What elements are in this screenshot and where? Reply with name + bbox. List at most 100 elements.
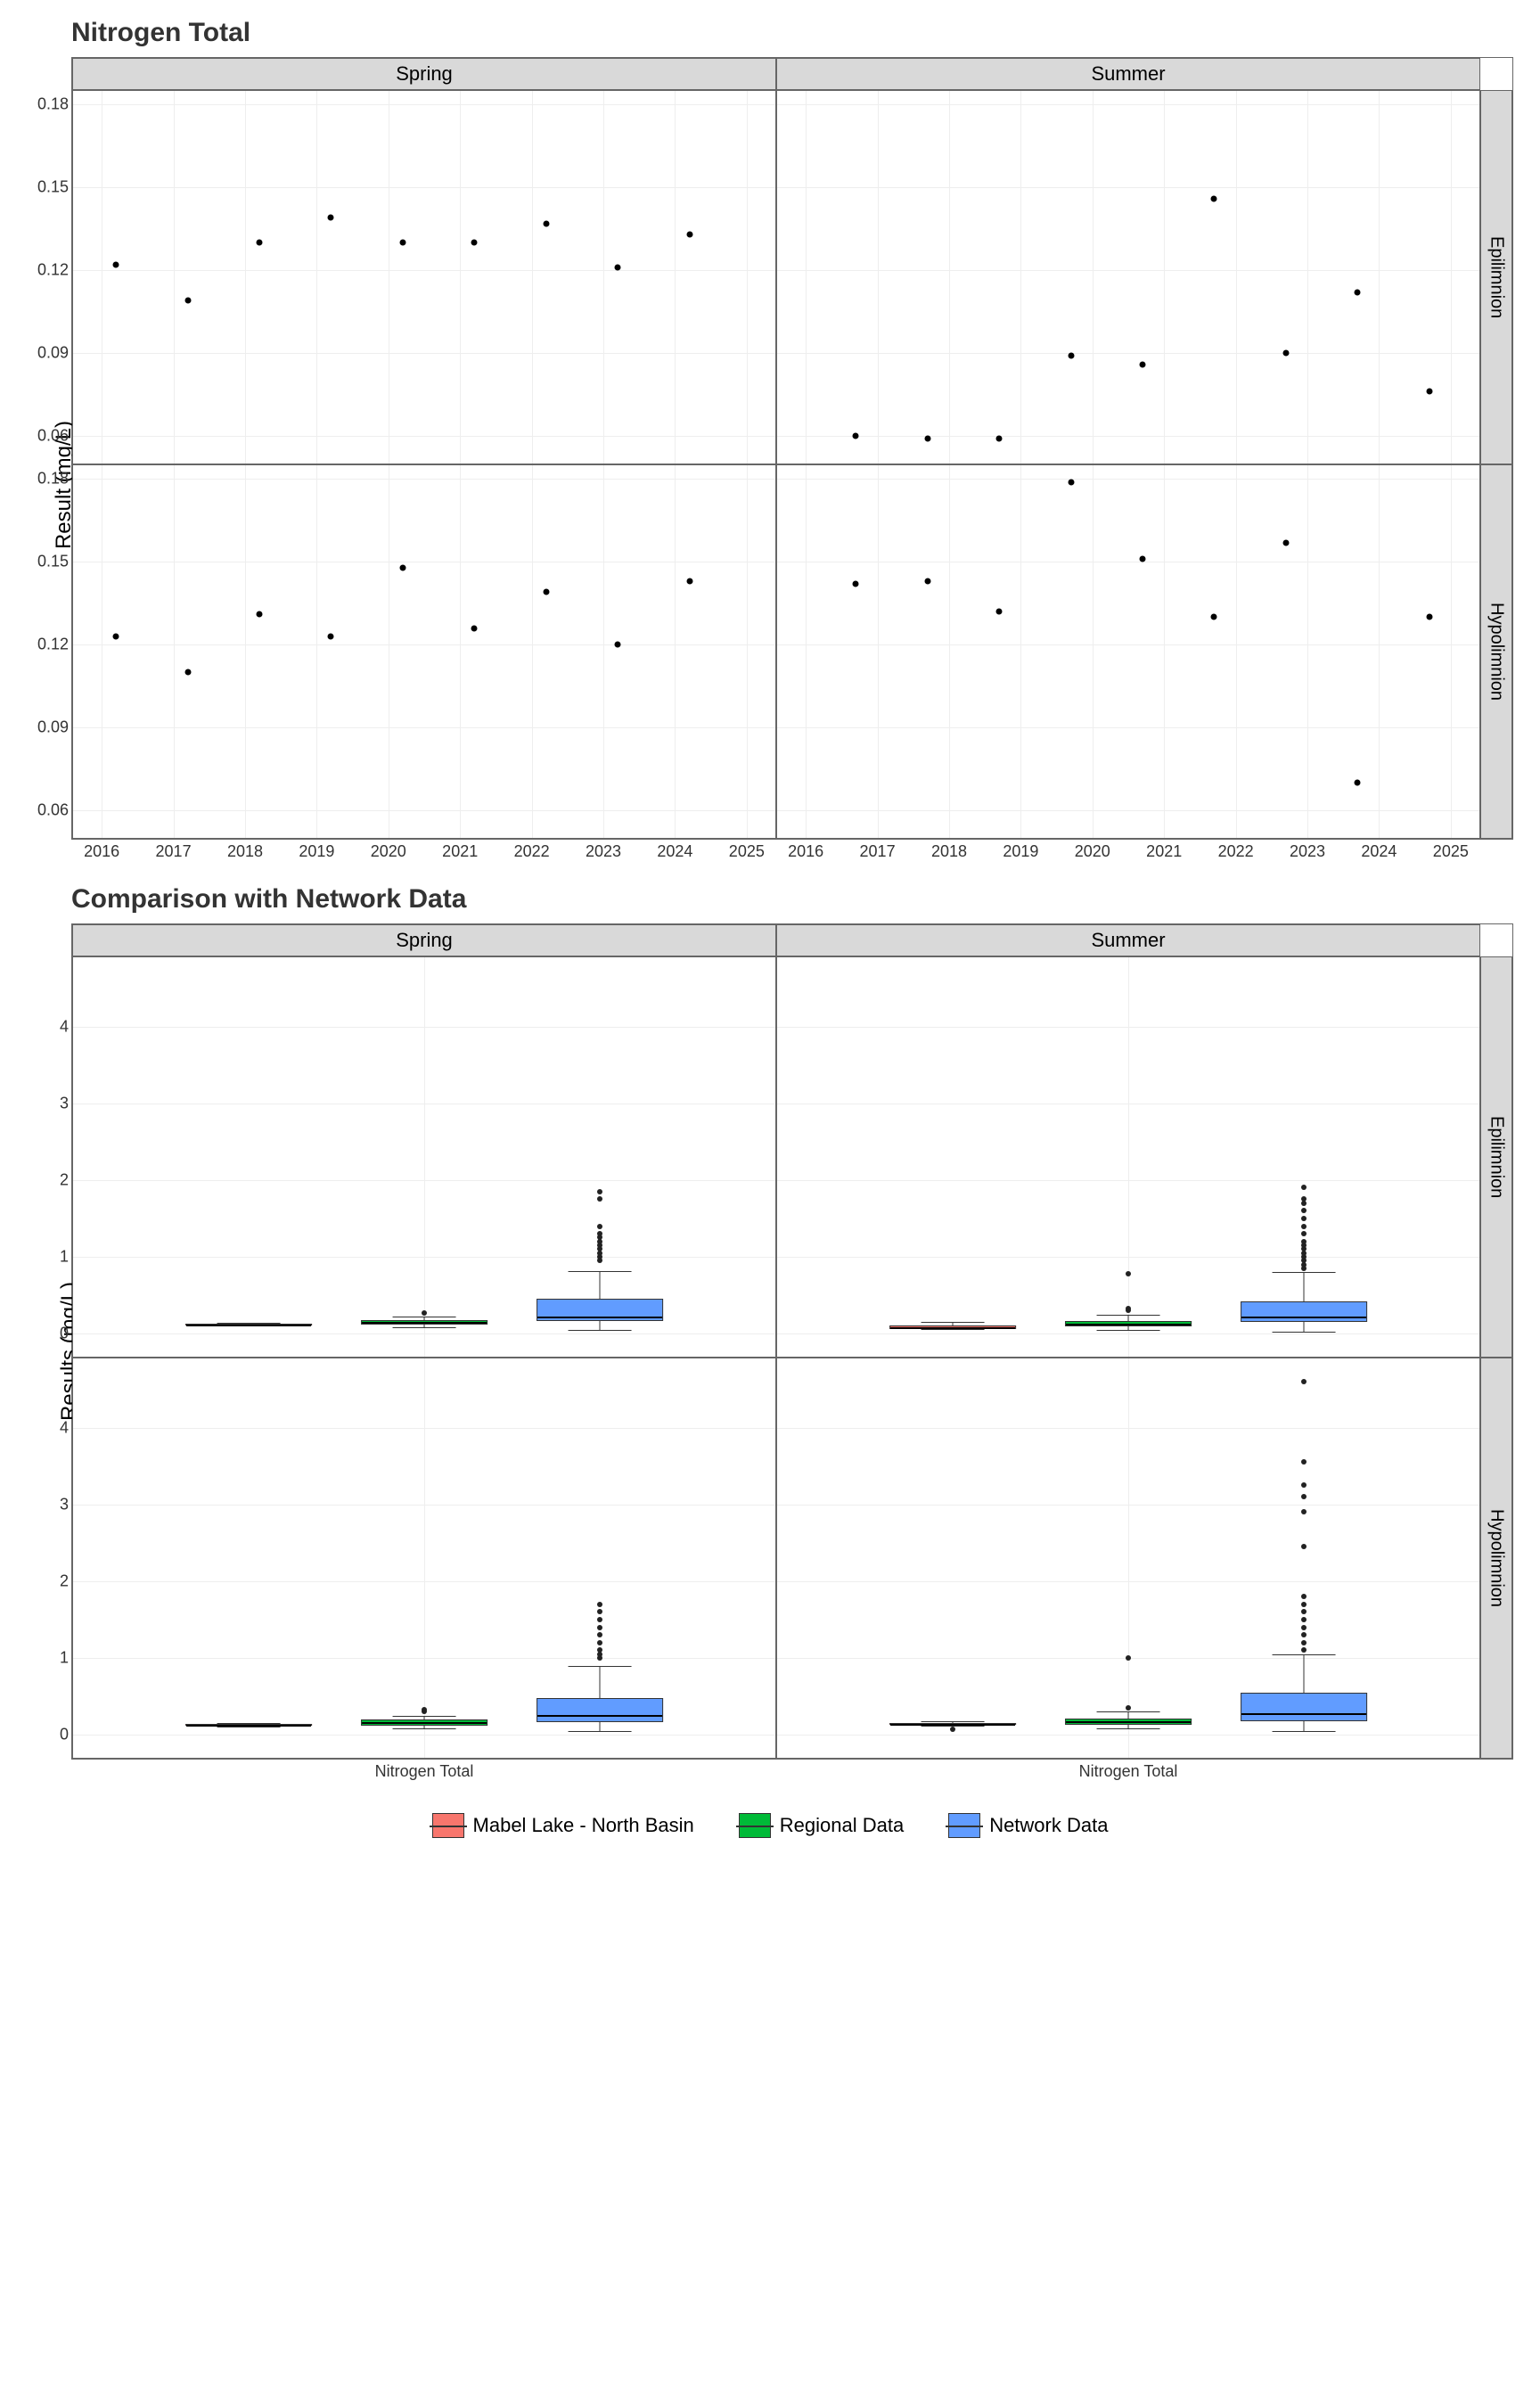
x-tick: Nitrogen Total (1079, 1762, 1178, 1781)
data-point (924, 436, 930, 442)
outlier-point (950, 1727, 955, 1732)
y-tick: 1 (24, 1649, 69, 1668)
scatter-panel: 2016201720182019202020212022202320242025 (776, 464, 1480, 839)
outlier-point (1301, 1632, 1307, 1637)
facet-row-header: Hypolimnion (1480, 1358, 1512, 1759)
boxplot-chart-block: Comparison with Network Data Results (mg… (18, 884, 1522, 1760)
y-tick: 2 (24, 1571, 69, 1590)
data-point (399, 240, 405, 246)
y-tick: 3 (24, 1495, 69, 1514)
outlier-point (1301, 1544, 1307, 1549)
outlier-point (1301, 1617, 1307, 1622)
outlier-point (1301, 1208, 1307, 1213)
box (889, 1723, 1016, 1725)
outlier-point (1301, 1239, 1307, 1244)
box (1065, 1719, 1192, 1725)
x-tick: 2018 (227, 842, 263, 861)
x-tick: 2018 (931, 842, 967, 861)
data-point (1211, 195, 1217, 201)
x-tick: 2023 (586, 842, 621, 861)
data-point (615, 642, 621, 648)
x-tick: 2017 (156, 842, 192, 861)
outlier-point (597, 1609, 602, 1614)
x-tick: 2025 (729, 842, 765, 861)
y-tick: 3 (24, 1094, 69, 1112)
data-point (1140, 556, 1146, 562)
data-point (1068, 353, 1074, 359)
data-point (1355, 290, 1361, 296)
y-tick: 4 (24, 1418, 69, 1437)
outlier-point (1126, 1655, 1131, 1661)
outlier-point (597, 1189, 602, 1194)
data-point (1282, 539, 1289, 546)
box (185, 1724, 312, 1726)
outlier-point (1301, 1379, 1307, 1384)
outlier-point (597, 1196, 602, 1202)
y-tick: 0.18 (24, 470, 69, 488)
legend-swatch (948, 1813, 980, 1838)
outlier-point (597, 1632, 602, 1637)
data-point (1068, 479, 1074, 485)
legend-item: Network Data (948, 1813, 1108, 1838)
y-tick: 4 (24, 1017, 69, 1036)
scatter-panel (776, 90, 1480, 464)
box (361, 1719, 487, 1726)
x-tick: 2022 (1218, 842, 1254, 861)
data-point (686, 232, 692, 238)
y-tick: 0.06 (24, 427, 69, 446)
data-point (543, 589, 549, 595)
data-point (1211, 614, 1217, 620)
outlier-point (1126, 1705, 1131, 1711)
x-tick: 2025 (1433, 842, 1469, 861)
data-point (399, 564, 405, 570)
data-point (1426, 389, 1432, 395)
x-tick: 2016 (788, 842, 823, 861)
y-tick: 0.06 (24, 801, 69, 820)
legend-label: Network Data (989, 1814, 1108, 1837)
box (185, 1324, 312, 1325)
x-tick: 2020 (1075, 842, 1110, 861)
outlier-point (1301, 1609, 1307, 1614)
x-tick: 2022 (514, 842, 550, 861)
data-point (853, 433, 859, 439)
data-point (996, 609, 1003, 615)
x-tick: 2024 (657, 842, 692, 861)
data-point (328, 215, 334, 221)
data-point (257, 611, 263, 618)
boxplot-panel: Nitrogen Total (776, 1358, 1480, 1759)
y-tick: 0.09 (24, 344, 69, 363)
outlier-point (1301, 1509, 1307, 1514)
data-point (257, 240, 263, 246)
facet-row-header: Hypolimnion (1480, 464, 1512, 839)
x-tick: 2024 (1361, 842, 1397, 861)
chart-title-1: Nitrogen Total (71, 18, 1522, 48)
data-point (1282, 350, 1289, 357)
data-point (543, 220, 549, 226)
boxplot-facet-frame: SpringSummer01234Epilimnion01234Nitrogen… (71, 923, 1513, 1760)
y-tick: 0.09 (24, 718, 69, 737)
outlier-point (1126, 1271, 1131, 1276)
scatter-panel: 0.060.090.120.150.1820162017201820192020… (72, 464, 776, 839)
x-tick: 2019 (299, 842, 334, 861)
boxplot-panel: 01234Nitrogen Total (72, 1358, 776, 1759)
facet-col-header: Spring (72, 924, 776, 956)
x-tick: 2021 (442, 842, 478, 861)
outlier-point (1301, 1224, 1307, 1229)
box (537, 1698, 663, 1722)
data-point (471, 240, 478, 246)
outlier-point (422, 1707, 427, 1712)
y-tick: 1 (24, 1248, 69, 1267)
y-tick: 0 (24, 1726, 69, 1744)
data-point (1426, 614, 1432, 620)
data-point (471, 625, 478, 631)
x-tick: 2017 (860, 842, 896, 861)
facet-col-header: Spring (72, 58, 776, 90)
outlier-point (422, 1310, 427, 1316)
box (1241, 1693, 1367, 1721)
scatter-chart-block: Nitrogen Total Result (mg/L) SpringSumme… (18, 18, 1522, 840)
outlier-point (1301, 1216, 1307, 1221)
x-tick: 2019 (1003, 842, 1038, 861)
outlier-point (597, 1231, 602, 1236)
x-tick: 2023 (1290, 842, 1325, 861)
outlier-point (597, 1224, 602, 1229)
